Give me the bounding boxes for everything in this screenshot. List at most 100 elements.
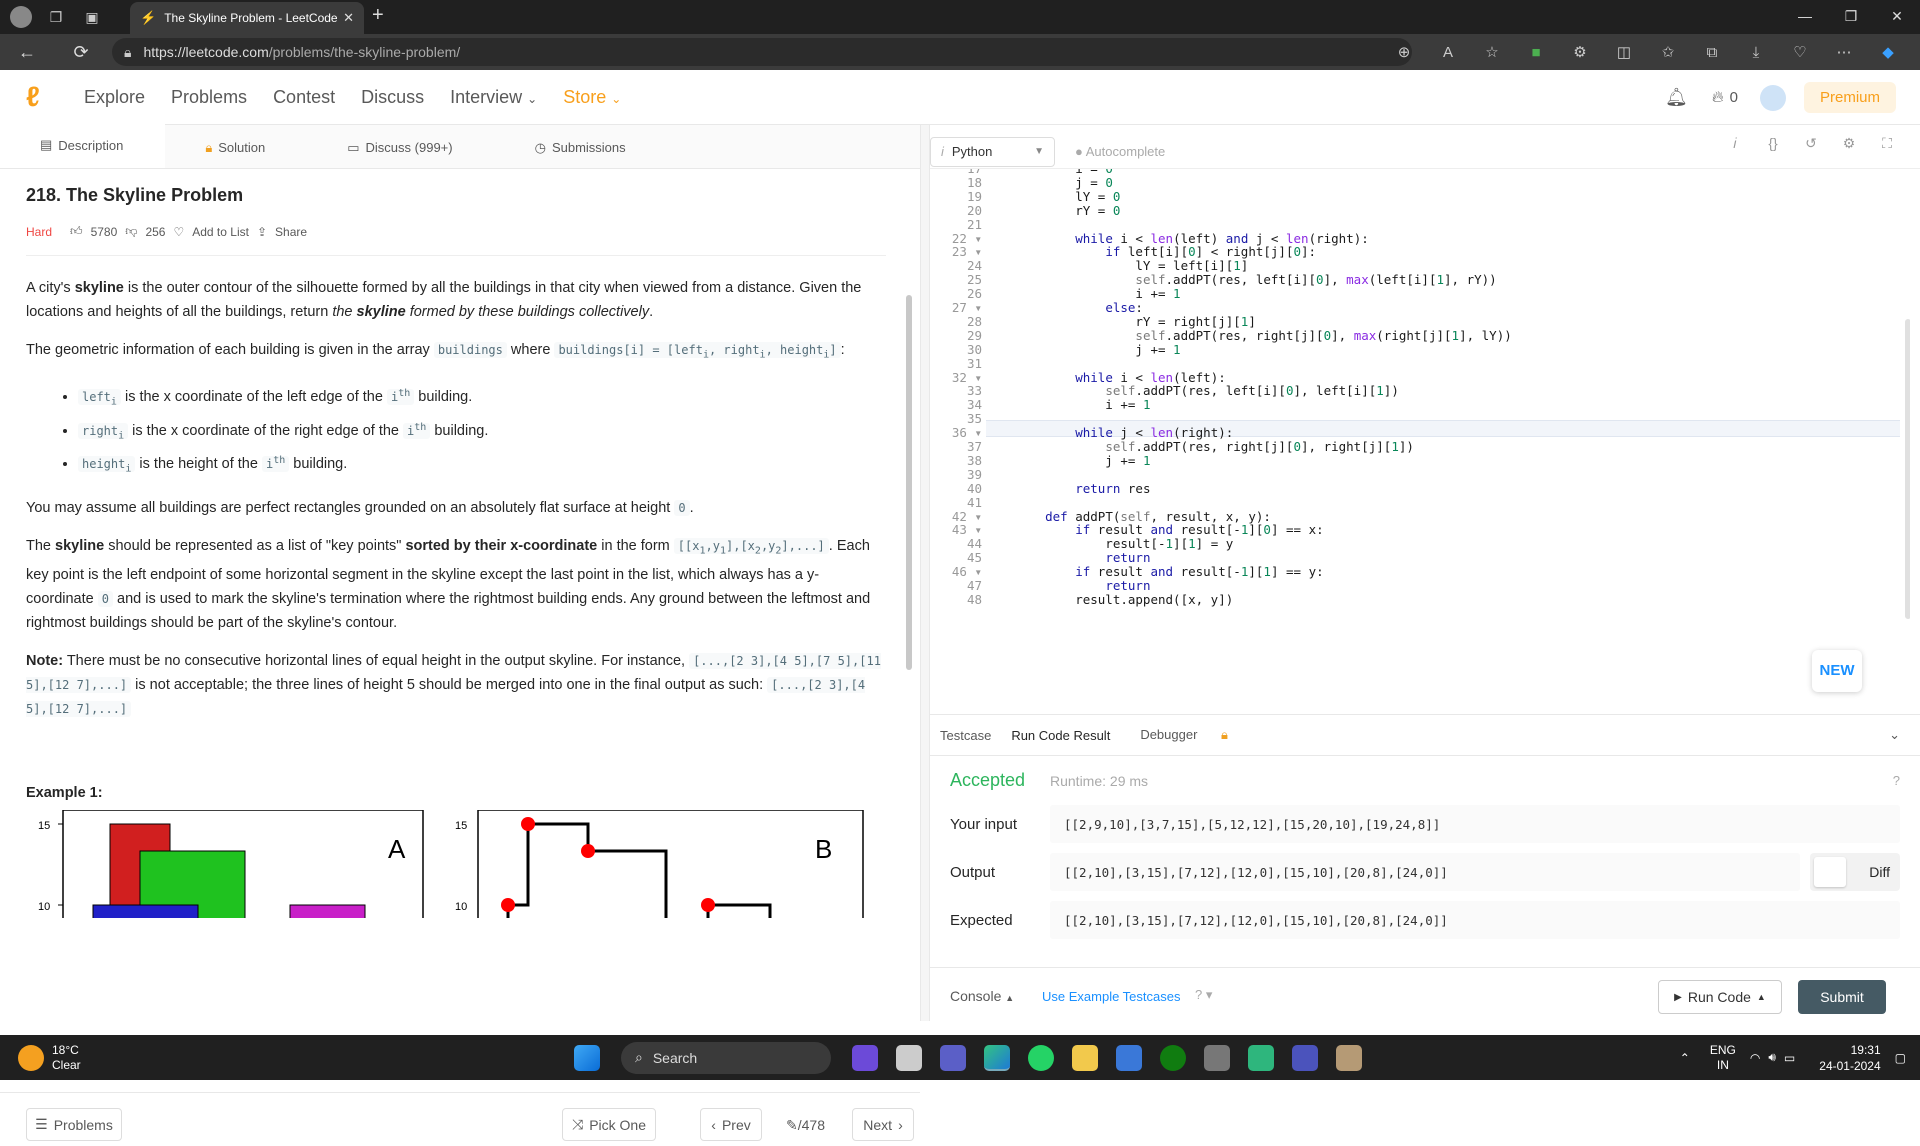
share-button[interactable]: Share <box>275 225 307 239</box>
fullscreen-icon[interactable]: ⛶ <box>1868 135 1906 152</box>
file-explorer-icon[interactable] <box>1072 1044 1098 1071</box>
help-icon[interactable]: ? <box>1893 773 1900 788</box>
close-tab-icon[interactable]: ✕ <box>343 10 354 26</box>
diff-switch[interactable] <box>1814 857 1846 887</box>
language-select[interactable]: i Python ▼ <box>930 136 1055 167</box>
app-icon[interactable] <box>1204 1044 1230 1071</box>
avatar[interactable] <box>1759 84 1786 111</box>
nav-discuss[interactable]: Discuss <box>361 87 424 108</box>
volume-icon[interactable]: 🔊︎ <box>1768 1050 1776 1065</box>
nav-contest[interactable]: Contest <box>273 87 335 108</box>
fire-icon[interactable]: 🔥︎ <box>1712 89 1724 107</box>
autocomplete-toggle[interactable]: ● Autocomplete <box>1075 144 1165 159</box>
tab-solution[interactable]: 🔒︎ Solution <box>165 140 307 168</box>
whatsapp-icon[interactable] <box>1028 1044 1054 1071</box>
info-icon[interactable]: 𝑖 <box>1716 135 1754 152</box>
slack-icon[interactable] <box>1248 1044 1274 1071</box>
wifi-icon[interactable]: ◠ <box>1750 1051 1760 1065</box>
problem-counter[interactable]: ✎/478 <box>786 1117 825 1134</box>
profile-icon[interactable] <box>10 6 32 28</box>
panel-splitter[interactable] <box>920 125 930 1021</box>
problem-meta: Hard 👍︎ 5780 👎︎ 256 ♡ Add to List ⇪ Shar… <box>26 224 886 256</box>
nav-store[interactable]: Store ⌄ <box>563 87 621 108</box>
task-view-icon[interactable] <box>896 1044 922 1071</box>
language-indicator[interactable]: ENG <box>1710 1043 1736 1058</box>
nav-interview[interactable]: Interview ⌄ <box>450 87 537 108</box>
reset-icon[interactable]: ↺ <box>1792 135 1830 152</box>
nav-explore[interactable]: Explore <box>84 87 145 108</box>
battery-icon[interactable]: ▭ <box>1784 1051 1795 1065</box>
description-scrollbar[interactable] <box>906 295 912 670</box>
performance-icon[interactable]: ♡ <box>1778 43 1822 61</box>
notes-app-icon[interactable] <box>1336 1044 1362 1071</box>
run-code-button[interactable]: ▶ Run Code ▲ <box>1658 980 1782 1014</box>
teams-chat-icon[interactable] <box>940 1044 966 1071</box>
browser-tab[interactable]: ⚡ The Skyline Problem - LeetCode ✕ <box>130 2 364 34</box>
collections-icon[interactable]: ⧉ <box>1690 44 1734 61</box>
new-tab-icon[interactable]: + <box>372 4 384 27</box>
pick-one-button[interactable]: ⤨ Pick One <box>562 1108 656 1141</box>
tab-discuss[interactable]: ▭ Discuss (999+) <box>307 140 494 168</box>
new-feature-badge[interactable]: NEW <box>1812 650 1862 692</box>
list-item: heighti is the height of the ith buildin… <box>78 448 886 481</box>
braces-icon[interactable]: {} <box>1754 135 1792 152</box>
clock[interactable]: 19:31 24-01-2024 <box>1819 1042 1880 1074</box>
tab-actions-icon[interactable]: ▣ <box>80 5 104 29</box>
tab-run-code-result[interactable]: Run Code Result <box>1001 728 1120 743</box>
tick-10: 10 <box>455 901 467 913</box>
refresh-icon[interactable]: ⟳ <box>64 42 98 63</box>
notification-icon[interactable]: ▢ <box>1895 1051 1906 1065</box>
problems-button[interactable]: ☰ Problems <box>26 1108 122 1141</box>
split-screen-icon[interactable]: ◫ <box>1602 43 1646 61</box>
diff-toggle[interactable]: Diff <box>1810 853 1900 891</box>
extensions-icon[interactable]: ⚙ <box>1558 43 1602 61</box>
read-aloud-icon[interactable]: A <box>1426 44 1470 61</box>
widgets-app-icon[interactable] <box>852 1044 878 1071</box>
expected-row: Expected [[2,10],[3,15],[7,12],[12,0],[1… <box>950 901 1900 939</box>
favorites-icon[interactable]: ✩ <box>1646 43 1690 61</box>
prev-button[interactable]: ‹ Prev <box>700 1108 762 1141</box>
tab-submissions[interactable]: ◷ Submissions <box>495 140 668 168</box>
workspaces-icon[interactable]: ❐ <box>44 5 68 29</box>
tab-debugger[interactable]: Debugger 🔒︎ <box>1120 727 1248 743</box>
teams-icon[interactable] <box>1292 1044 1318 1071</box>
inline-code: ith <box>386 388 415 406</box>
settings-icon[interactable]: ⚙ <box>1830 135 1868 152</box>
downloads-icon[interactable]: ⤓ <box>1734 44 1778 61</box>
weather-widget[interactable]: 18°C Clear <box>18 1035 81 1080</box>
restore-icon[interactable]: ❐ <box>1828 0 1874 34</box>
nav-problems[interactable]: Problems <box>171 87 247 108</box>
code-editor[interactable]: 17 i = 018 j = 019 lY = 020 rY = 021 22 … <box>930 169 1910 714</box>
close-window-icon[interactable]: ✕ <box>1874 0 1920 34</box>
thumbs-down-icon[interactable]: 👎︎ <box>125 224 137 239</box>
minimize-icon[interactable]: — <box>1782 0 1828 34</box>
leetcode-logo-icon[interactable]: ℓ <box>26 83 54 111</box>
collapse-chevron-icon[interactable]: ⌄ <box>1879 727 1910 743</box>
taskbar-search[interactable]: ⌕ Search <box>621 1041 831 1074</box>
windows-start-icon[interactable] <box>574 1044 600 1071</box>
extension-icon[interactable]: ■ <box>1514 44 1558 61</box>
add-to-list-button[interactable]: Add to List <box>192 225 249 239</box>
edge-browser-icon[interactable] <box>984 1044 1010 1071</box>
url-field[interactable]: 🔒︎ https://leetcode.com/problems/the-sky… <box>112 38 1412 66</box>
editor-scrollbar[interactable] <box>1905 319 1910 619</box>
more-icon[interactable]: ⋯ <box>1822 43 1866 61</box>
line-number: 43 ▾ <box>951 522 982 538</box>
next-button[interactable]: Next › <box>852 1108 914 1141</box>
chevron-up-icon[interactable]: ⌃ <box>1680 1051 1690 1065</box>
tab-description[interactable]: ▤ Description <box>0 124 166 168</box>
submit-button[interactable]: Submit <box>1798 980 1886 1014</box>
use-example-testcases-link[interactable]: Use Example Testcases <box>1042 989 1181 1004</box>
tab-testcase[interactable]: Testcase <box>930 728 1001 743</box>
notification-bell-icon[interactable]: 🔔︎ <box>1665 87 1688 108</box>
premium-button[interactable]: Premium <box>1803 82 1896 113</box>
store-icon[interactable] <box>1116 1044 1142 1071</box>
copilot-icon[interactable]: ◆ <box>1866 43 1910 61</box>
zoom-icon[interactable]: ⊕ <box>1382 43 1426 61</box>
xbox-icon[interactable] <box>1160 1044 1186 1071</box>
thumbs-up-icon[interactable]: 👍︎ <box>70 224 83 239</box>
console-button[interactable]: Console ▲ <box>950 988 1014 1004</box>
back-icon[interactable]: ← <box>10 42 44 63</box>
favorite-star-icon[interactable]: ☆ <box>1470 43 1514 61</box>
help-icon[interactable]: ? ▾ <box>1195 987 1212 1003</box>
